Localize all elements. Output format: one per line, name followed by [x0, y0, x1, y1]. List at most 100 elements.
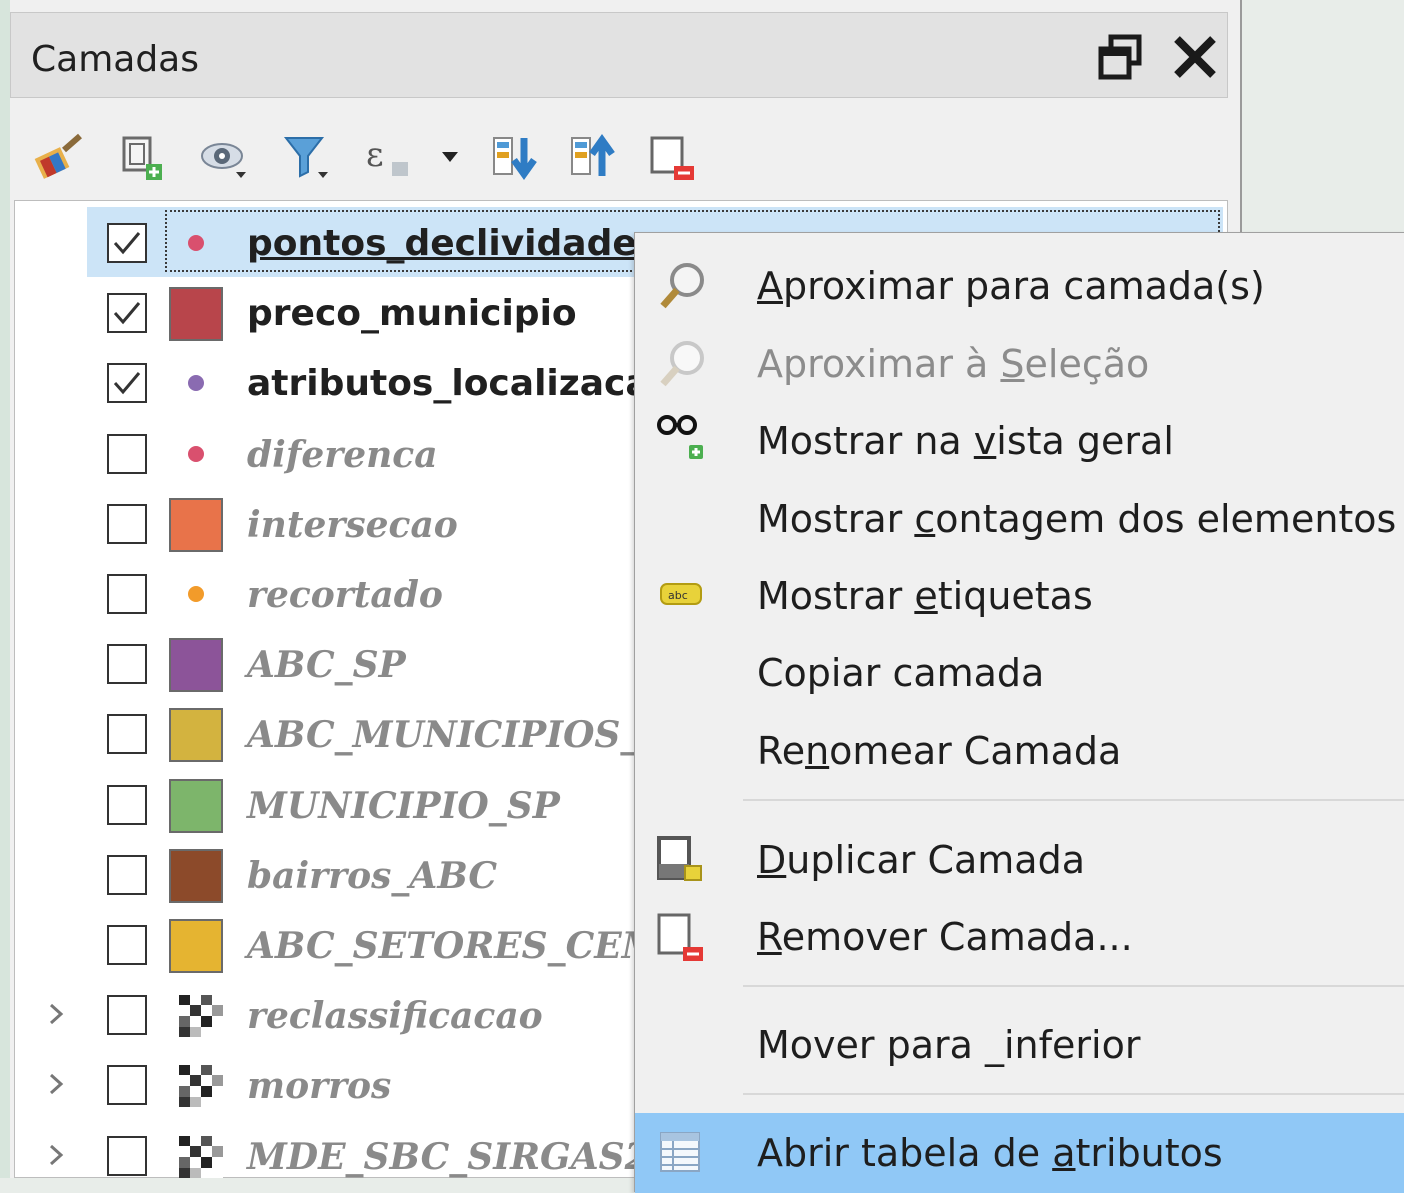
polygon-symbol-icon	[169, 778, 223, 833]
context-menu-item-label: Mover para _inferior	[757, 1023, 1140, 1067]
layers-toolbar: ε	[10, 112, 1228, 202]
attribute-table-icon	[655, 1127, 711, 1179]
expand-all-icon[interactable]	[490, 130, 544, 184]
context-menu-item[interactable]: Duplicar Camada	[635, 820, 1404, 898]
mnemonic-char: v	[973, 419, 997, 463]
layer-name: preco_municipio	[247, 293, 577, 335]
context-menu-item[interactable]: abc Mostrar etiquetas	[635, 556, 1404, 634]
layer-name: ABC_MUNICIPIOS_W	[247, 714, 679, 757]
mnemonic-char: R	[757, 915, 782, 959]
label-text: tiquetas	[937, 574, 1093, 618]
filter-icon[interactable]	[280, 130, 334, 184]
layer-name: morros	[247, 1065, 392, 1108]
layer-name: pontos_declividade	[247, 223, 637, 264]
context-menu-item-label: Mostrar etiquetas	[757, 574, 1093, 618]
layer-visibility-checkbox[interactable]	[107, 925, 147, 965]
context-menu-item[interactable]: Mover para _inferior	[635, 1005, 1404, 1083]
layer-name: bairros_ABC	[247, 854, 498, 897]
context-menu-item-label: Mostrar contagem dos elementos	[757, 497, 1396, 541]
style-brush-icon[interactable]	[32, 130, 86, 184]
mnemonic-char: c	[914, 497, 936, 541]
dropdown-arrow-icon[interactable]	[434, 130, 488, 184]
layer-visibility-checkbox[interactable]	[107, 503, 147, 544]
layer-name: intersecao	[247, 503, 458, 546]
layer-visibility-checkbox[interactable]	[107, 1135, 147, 1176]
visibility-eye-icon[interactable]	[198, 130, 252, 184]
layer-visibility-checkbox[interactable]	[107, 995, 147, 1036]
zoom-to-selection-icon	[655, 338, 711, 390]
polygon-symbol-icon	[169, 848, 223, 903]
labels-icon: abc	[655, 570, 711, 622]
layer-visibility-checkbox[interactable]	[107, 1065, 147, 1106]
label-text: tributos	[1075, 1131, 1223, 1175]
close-icon[interactable]	[1171, 33, 1219, 81]
panel-title-bar: Camadas	[10, 12, 1228, 98]
chevron-right-icon[interactable]	[45, 999, 69, 1029]
add-group-icon[interactable]	[116, 130, 170, 184]
label-text: ista geral	[996, 419, 1174, 463]
context-menu-item-label: Renomear Camada	[757, 729, 1121, 773]
duplicate-layer-icon	[655, 834, 711, 886]
mnemonic-char: S	[1000, 342, 1025, 386]
collapse-all-icon[interactable]	[568, 130, 622, 184]
layer-name: MUNICIPIO_SP	[247, 784, 560, 827]
remove-layer-icon	[655, 911, 711, 963]
polygon-symbol-icon	[169, 919, 223, 973]
layer-visibility-checkbox[interactable]	[107, 854, 147, 895]
menu-separator	[743, 1093, 1404, 1095]
point-symbol-icon	[188, 445, 204, 462]
raster-symbol-icon	[179, 1135, 223, 1178]
context-menu: Aproximar para camada(s) Aproximar à Sele…	[634, 232, 1404, 1193]
point-symbol-icon	[188, 235, 204, 251]
context-menu-item-label: Aproximar à Seleção	[757, 342, 1149, 386]
chevron-right-icon[interactable]	[45, 1069, 69, 1099]
layer-visibility-checkbox[interactable]	[107, 363, 147, 404]
mnemonic-char: _	[985, 1023, 1004, 1067]
expression-filter-icon[interactable]: ε	[362, 130, 416, 184]
float-panel-icon[interactable]	[1097, 33, 1145, 81]
layer-visibility-checkbox[interactable]	[107, 714, 147, 755]
label-text: Mostrar na	[757, 419, 974, 463]
context-menu-item[interactable]: Mostrar contagem dos elementos	[635, 479, 1404, 557]
context-menu-item-label: Abrir tabela de atributos	[757, 1131, 1223, 1175]
context-menu-item[interactable]: Mostrar na vista geral	[635, 401, 1404, 479]
context-menu-item[interactable]: Copiar camada	[635, 633, 1404, 711]
label-text: ontagem dos elementos	[935, 497, 1397, 541]
panel-title: Camadas	[31, 39, 199, 80]
context-menu-item[interactable]: Aproximar à Seleção	[635, 324, 1404, 402]
layer-visibility-checkbox[interactable]	[107, 293, 147, 334]
context-menu-item-label: Copiar camada	[757, 651, 1044, 695]
context-menu-item[interactable]: Aproximar para camada(s)	[635, 246, 1404, 324]
chevron-right-icon[interactable]	[45, 1140, 69, 1170]
polygon-symbol-icon	[169, 638, 223, 693]
polygon-symbol-icon	[169, 708, 223, 763]
label-text: Mostrar	[757, 574, 915, 618]
label-text: emover Camada...	[781, 915, 1133, 959]
svg-text:abc: abc	[668, 589, 688, 602]
context-menu-item-label: Remover Camada...	[757, 915, 1133, 959]
remove-layer-icon[interactable]	[646, 130, 700, 184]
layer-visibility-checkbox[interactable]	[107, 784, 147, 825]
context-menu-item[interactable]: Abrir tabela de atributos	[635, 1113, 1404, 1193]
mnemonic-char: e	[914, 574, 938, 618]
label-text: Copiar camada	[757, 651, 1045, 695]
label-text: inferior	[1004, 1023, 1141, 1067]
context-menu-item[interactable]: Renomear Camada	[635, 711, 1404, 789]
raster-symbol-icon	[179, 1065, 223, 1108]
layer-visibility-checkbox[interactable]	[107, 574, 147, 614]
context-menu-item-label: Duplicar Camada	[757, 838, 1085, 882]
context-menu-item[interactable]: Remover Camada...	[635, 897, 1404, 975]
mnemonic-char: D	[757, 838, 787, 882]
point-symbol-icon	[188, 586, 204, 602]
mnemonic-char: n	[805, 729, 830, 773]
svg-text:ε: ε	[366, 135, 384, 175]
label-text: uplicar Camada	[786, 838, 1085, 882]
menu-separator	[743, 985, 1404, 987]
mnemonic-char: A	[757, 264, 783, 308]
zoom-to-layer-icon	[655, 260, 711, 312]
layer-visibility-checkbox[interactable]	[107, 644, 147, 685]
polygon-symbol-icon	[169, 497, 223, 552]
layer-name: diferenca	[247, 433, 438, 476]
layer-visibility-checkbox[interactable]	[107, 223, 147, 263]
layer-visibility-checkbox[interactable]	[107, 433, 147, 474]
